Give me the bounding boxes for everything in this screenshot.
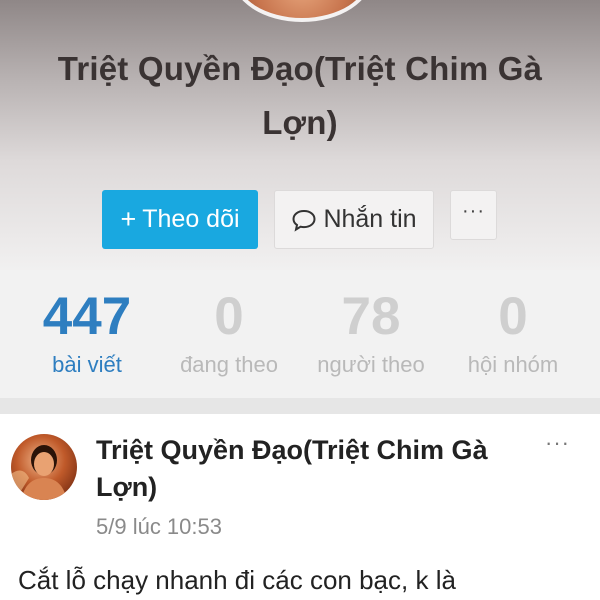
chat-bubble-icon — [291, 208, 317, 232]
stat-posts-value: 447 — [42, 287, 132, 346]
stat-groups-value: 0 — [498, 287, 528, 346]
follow-label: Theo dõi — [142, 205, 240, 233]
post-more-button[interactable]: ··· — [545, 430, 570, 456]
post-author-avatar[interactable] — [11, 434, 77, 500]
post-timestamp[interactable]: 5/9 lúc 10:53 — [96, 514, 222, 540]
stat-following[interactable]: 0 đang theo — [154, 284, 304, 378]
stat-groups[interactable]: 0 hội nhóm — [438, 284, 588, 378]
stat-followers[interactable]: 78 người theo — [296, 284, 446, 378]
plus-icon: + — [120, 204, 137, 234]
more-options-button[interactable]: ··· — [450, 190, 497, 240]
profile-stats: 447 bài viết 0 đang theo 78 người theo 0… — [0, 270, 600, 398]
stat-posts[interactable]: 447 bài viết — [12, 284, 162, 378]
stat-posts-label: bài viết — [52, 352, 122, 377]
section-divider — [0, 398, 600, 414]
follow-button[interactable]: + Theo dõi — [102, 190, 258, 249]
message-label: Nhắn tin — [323, 205, 417, 233]
profile-actions: + Theo dõi Nhắn tin ··· — [0, 190, 600, 250]
profile-avatar[interactable] — [232, 0, 372, 22]
profile-header: Triệt Quyền Đạo(Triệt Chim Gà Lợn) + The… — [0, 0, 600, 270]
stat-followers-value: 78 — [341, 287, 401, 346]
stat-following-value: 0 — [214, 287, 244, 346]
stat-following-label: đang theo — [180, 352, 278, 377]
profile-name: Triệt Quyền Đạo(Triệt Chim Gà Lợn) — [57, 50, 543, 141]
stat-groups-label: hội nhóm — [467, 352, 559, 377]
message-button[interactable]: Nhắn tin — [274, 190, 434, 249]
post-content: Cắt lỗ chạy nhanh đi các con bạc, k là — [18, 565, 456, 595]
stat-followers-label: người theo — [317, 352, 425, 377]
post-author-name[interactable]: Triệt Quyền Đạo(Triệt Chim Gà Lợn) — [96, 432, 496, 506]
post-card: Triệt Quyền Đạo(Triệt Chim Gà Lợn) 5/9 l… — [0, 414, 600, 600]
